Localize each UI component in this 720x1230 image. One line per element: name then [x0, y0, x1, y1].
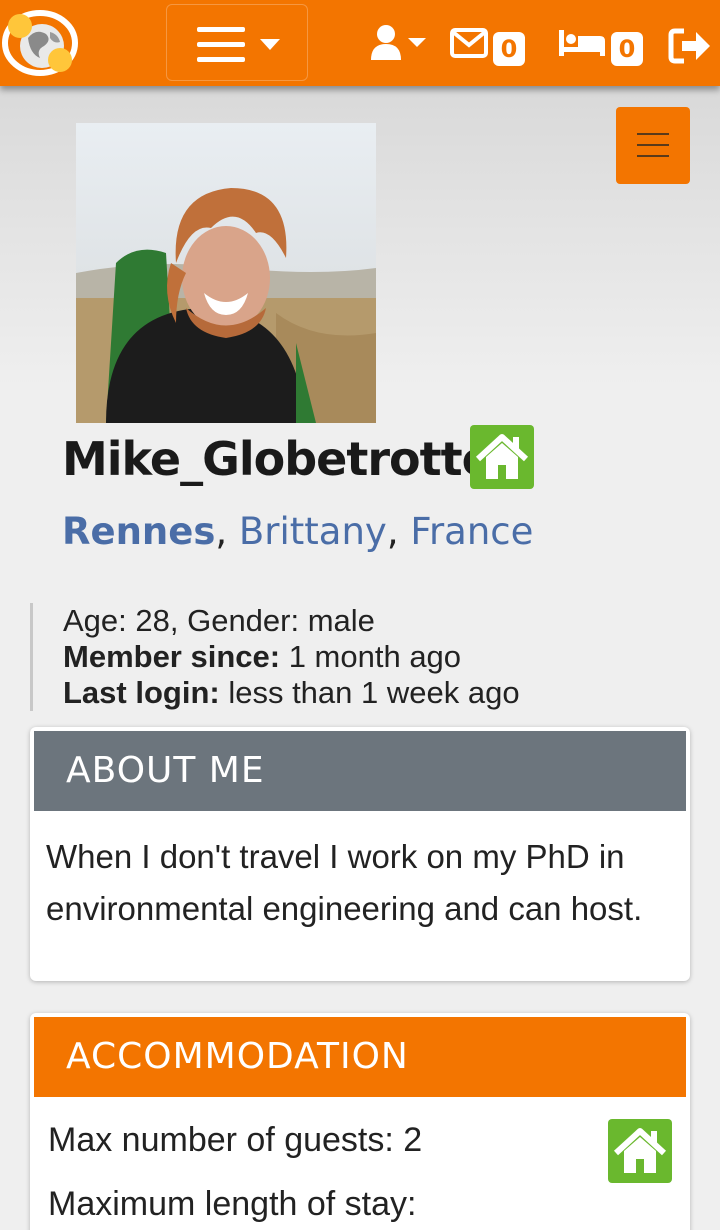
- messages-button[interactable]: 0: [450, 28, 530, 70]
- house-icon: [608, 1119, 672, 1183]
- member-since-label: Member since:: [63, 639, 281, 674]
- about-me-text: When I don't travel I work on my PhD in …: [46, 838, 643, 927]
- last-login-row: Last login: less than 1 week ago: [63, 675, 630, 711]
- house-icon: [470, 425, 534, 489]
- logout-icon: [668, 28, 710, 64]
- envelope-icon: [450, 28, 488, 58]
- chevron-down-icon: [260, 39, 280, 50]
- top-navbar: 0 0: [0, 0, 720, 86]
- avatar: [76, 123, 376, 423]
- max-stay-text: Maximum length of stay:: [48, 1185, 417, 1223]
- member-since-value: 1 month ago: [280, 639, 462, 674]
- hamburger-menu-icon: [637, 133, 669, 166]
- location-city-link[interactable]: Rennes: [62, 510, 215, 553]
- messages-count-badge: 0: [493, 32, 525, 66]
- requests-count-badge: 0: [611, 32, 643, 66]
- age-gender-text: Age: 28, Gender: male: [63, 603, 375, 638]
- last-login-value: less than 1 week ago: [219, 675, 520, 710]
- about-me-card: ABOUT ME When I don't travel I work on m…: [30, 727, 690, 981]
- user-icon: [371, 25, 401, 60]
- requests-button[interactable]: 0: [558, 28, 648, 70]
- hamburger-menu-icon: [197, 27, 245, 63]
- globe-logo-icon[interactable]: [2, 8, 78, 78]
- location-country-link[interactable]: France: [410, 510, 533, 553]
- max-guests-text: Max number of guests: 2: [48, 1121, 423, 1159]
- last-login-label: Last login:: [63, 675, 220, 710]
- profile-location: Rennes, Brittany, France: [62, 510, 533, 553]
- location-region-link[interactable]: Brittany: [239, 510, 387, 553]
- location-separator: ,: [215, 510, 228, 553]
- member-since-row: Member since: 1 month ago: [63, 639, 630, 675]
- chevron-down-icon: [408, 38, 426, 47]
- about-me-heading: ABOUT ME: [34, 731, 686, 811]
- accommodation-heading: ACCOMMODATION: [34, 1017, 686, 1097]
- user-menu-button[interactable]: [370, 24, 428, 64]
- location-separator: ,: [386, 510, 399, 553]
- main-menu-toggle-button[interactable]: [166, 4, 308, 81]
- logout-button[interactable]: [668, 28, 712, 64]
- accommodation-card: ACCOMMODATION Max number of guests: 2 Ma…: [30, 1013, 690, 1230]
- bed-icon: [559, 30, 605, 56]
- profile-menu-toggle-button[interactable]: [616, 107, 690, 184]
- profile-meta-info: Age: 28, Gender: male Member since: 1 mo…: [30, 603, 630, 711]
- profile-username: Mike_Globetrotter: [62, 432, 514, 486]
